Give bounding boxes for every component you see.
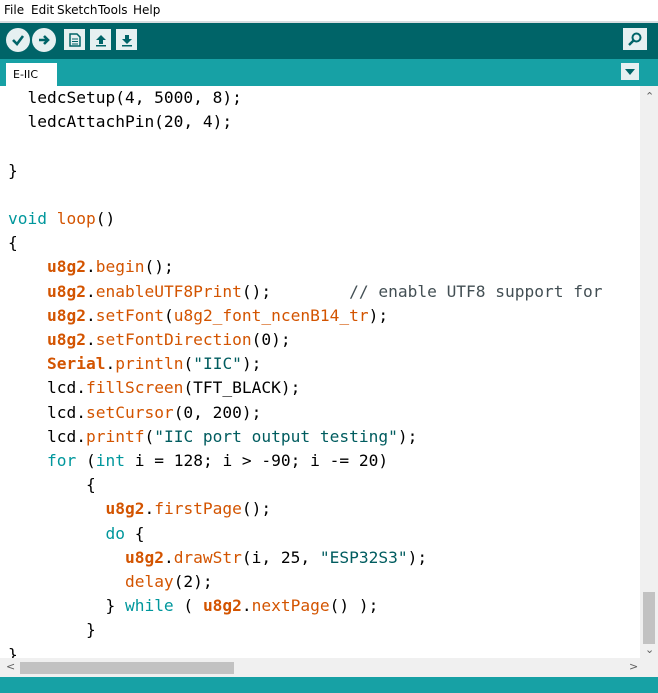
verify-icon bbox=[12, 35, 25, 46]
tab-bar bbox=[0, 59, 658, 86]
save-button[interactable] bbox=[116, 29, 137, 50]
code-line[interactable]: delay(2); bbox=[8, 572, 213, 591]
code-text[interactable]: ledcSetup(4, 5000, 8); ledcAttachPin(20,… bbox=[8, 86, 603, 658]
chevron-down-icon bbox=[625, 68, 635, 75]
code-line[interactable]: u8g2.setFont(u8g2_font_ncenB14_tr); bbox=[8, 306, 388, 325]
open-icon bbox=[95, 34, 106, 46]
vertical-scrollbar[interactable] bbox=[640, 86, 658, 658]
code-line[interactable]: u8g2.enableUTF8Print(); // enable UTF8 s… bbox=[8, 282, 603, 301]
code-line[interactable]: } bbox=[8, 645, 18, 658]
save-icon bbox=[121, 34, 132, 46]
code-editor[interactable]: ledcSetup(4, 5000, 8); ledcAttachPin(20,… bbox=[0, 86, 640, 658]
code-line[interactable]: lcd.setCursor(0, 200); bbox=[8, 403, 261, 422]
new-button[interactable] bbox=[64, 29, 85, 50]
scroll-left-icon[interactable]: < bbox=[6, 660, 15, 673]
upload-icon bbox=[39, 35, 50, 45]
code-line[interactable]: { bbox=[8, 233, 18, 252]
horizontal-scroll-thumb[interactable] bbox=[20, 662, 234, 674]
code-line[interactable]: Serial.println("IIC"); bbox=[8, 354, 261, 373]
vertical-scroll-thumb[interactable] bbox=[643, 592, 655, 644]
code-line[interactable]: do { bbox=[8, 524, 144, 543]
menu-tools[interactable]: Tools bbox=[98, 3, 128, 17]
code-line[interactable]: for (int i = 128; i > -90; i -= 20) bbox=[8, 451, 388, 470]
code-line[interactable]: lcd.fillScreen(TFT_BLACK); bbox=[8, 378, 300, 397]
serial-monitor-button[interactable] bbox=[623, 28, 647, 50]
code-line[interactable]: lcd.printf("IIC port output testing"); bbox=[8, 427, 417, 446]
menu-bar: File Edit Sketch Tools Help bbox=[0, 0, 658, 21]
code-line[interactable]: { bbox=[8, 475, 96, 494]
code-line[interactable]: u8g2.setFontDirection(0); bbox=[8, 330, 291, 349]
upload-button[interactable] bbox=[32, 28, 56, 52]
code-line[interactable]: u8g2.firstPage(); bbox=[8, 499, 271, 518]
serial-monitor-icon bbox=[628, 32, 642, 46]
menu-file[interactable]: File bbox=[4, 3, 24, 17]
code-line[interactable]: } bbox=[8, 620, 96, 639]
menu-help[interactable]: Help bbox=[133, 3, 160, 17]
new-icon bbox=[68, 32, 81, 47]
status-bar bbox=[0, 677, 658, 693]
code-line[interactable]: u8g2.begin(); bbox=[8, 257, 174, 276]
scroll-down-icon[interactable]: ⌄ bbox=[645, 643, 654, 656]
code-line[interactable]: u8g2.drawStr(i, 25, "ESP32S3"); bbox=[8, 548, 427, 567]
menu-edit[interactable]: Edit bbox=[31, 3, 54, 17]
code-line[interactable]: } while ( u8g2.nextPage() ); bbox=[8, 596, 378, 615]
open-button[interactable] bbox=[90, 29, 111, 50]
scroll-up-icon[interactable]: ⌃ bbox=[645, 90, 654, 103]
tab-e-iic[interactable]: E-IIC bbox=[6, 63, 57, 86]
code-line[interactable]: } bbox=[8, 161, 18, 180]
menu-sketch[interactable]: Sketch bbox=[57, 3, 97, 17]
code-line[interactable]: ledcSetup(4, 5000, 8); bbox=[8, 88, 241, 107]
code-line[interactable]: ledcAttachPin(20, 4); bbox=[8, 112, 232, 131]
verify-button[interactable] bbox=[6, 28, 30, 52]
code-line[interactable]: void loop() bbox=[8, 209, 115, 228]
scroll-right-icon[interactable]: > bbox=[629, 660, 638, 673]
tab-menu-button[interactable] bbox=[621, 63, 639, 80]
